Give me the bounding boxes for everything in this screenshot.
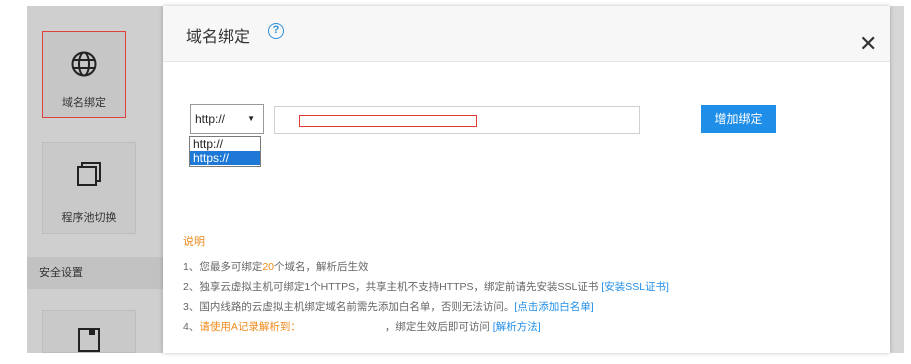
chevron-down-icon: ▼ [247, 114, 255, 123]
a-record-warning: 请使用A记录解析到： [199, 321, 301, 333]
window-stack-icon [77, 162, 101, 186]
protocol-option-https[interactable]: https:// [190, 151, 260, 165]
note-line-3: 3、国内线路的云虚拟主机绑定域名前需先添加白名单，否则无法访问。[点击添加白名单… [183, 297, 669, 317]
document-icon [78, 328, 100, 352]
note-text: ，绑定生效后即可访问 [384, 321, 493, 333]
note-text: 个域名，解析后生效 [274, 261, 369, 273]
domain-binding-dialog: 域名绑定 ? ✕ http:// ▼ http:// https:// 增加绑定… [163, 6, 890, 353]
note-text: 2、独享云虚拟主机可绑定1个HTTPS，共享主机不支持HTTPS，绑定前请先安装… [183, 281, 602, 293]
dialog-header: 域名绑定 ? ✕ [163, 6, 890, 62]
sidebar-tile-label: 域名绑定 [62, 97, 106, 109]
resolve-method-link[interactable]: [解析方法] [493, 321, 541, 333]
globe-icon [71, 51, 97, 77]
note-line-4: 4、请使用A记录解析到： ，绑定生效后即可访问 [解析方法] [183, 317, 669, 337]
sidebar-tile-document[interactable] [42, 310, 136, 353]
sidebar-tile-domain-binding[interactable]: 域名绑定 [42, 31, 126, 118]
note-text: 4、 [183, 321, 200, 333]
sidebar-tile-app-pool[interactable]: 程序池切换 [42, 142, 136, 234]
note-text: 1、您最多可绑定 [183, 261, 263, 273]
input-error-highlight [299, 115, 477, 127]
add-whitelist-link[interactable]: [点击添加白名单] [514, 301, 593, 313]
notes-section: 说明 1、您最多可绑定20个域名，解析后生效 2、独享云虚拟主机可绑定1个HTT… [183, 233, 669, 337]
protocol-dropdown: http:// https:// [189, 136, 261, 167]
install-ssl-link[interactable]: [安装SSL证书] [601, 281, 669, 293]
note-line-2: 2、独享云虚拟主机可绑定1个HTTPS，共享主机不支持HTTPS，绑定前请先安装… [183, 277, 669, 297]
protocol-selected-value: http:// [195, 112, 226, 126]
note-line-1: 1、您最多可绑定20个域名，解析后生效 [183, 257, 669, 277]
page: 域名绑定 程序池切换 安全设置 域名绑定 ? ✕ http:// ▼ http:… [0, 0, 911, 364]
dialog-title: 域名绑定 [186, 29, 251, 46]
sidebar-section-title: 安全设置 [27, 257, 163, 289]
close-button[interactable]: ✕ [859, 33, 877, 55]
domain-limit-count: 20 [262, 261, 275, 273]
add-binding-button[interactable]: 增加绑定 [701, 105, 776, 133]
help-icon[interactable]: ? [268, 23, 284, 39]
sidebar-tile-label: 程序池切换 [61, 212, 117, 224]
protocol-option-http[interactable]: http:// [190, 137, 260, 151]
notes-title: 说明 [183, 236, 205, 248]
protocol-select[interactable]: http:// ▼ [190, 104, 264, 134]
note-text: 3、国内线路的云虚拟主机绑定域名前需先添加白名单，否则无法访问。 [183, 301, 515, 313]
domain-input[interactable] [274, 106, 640, 134]
